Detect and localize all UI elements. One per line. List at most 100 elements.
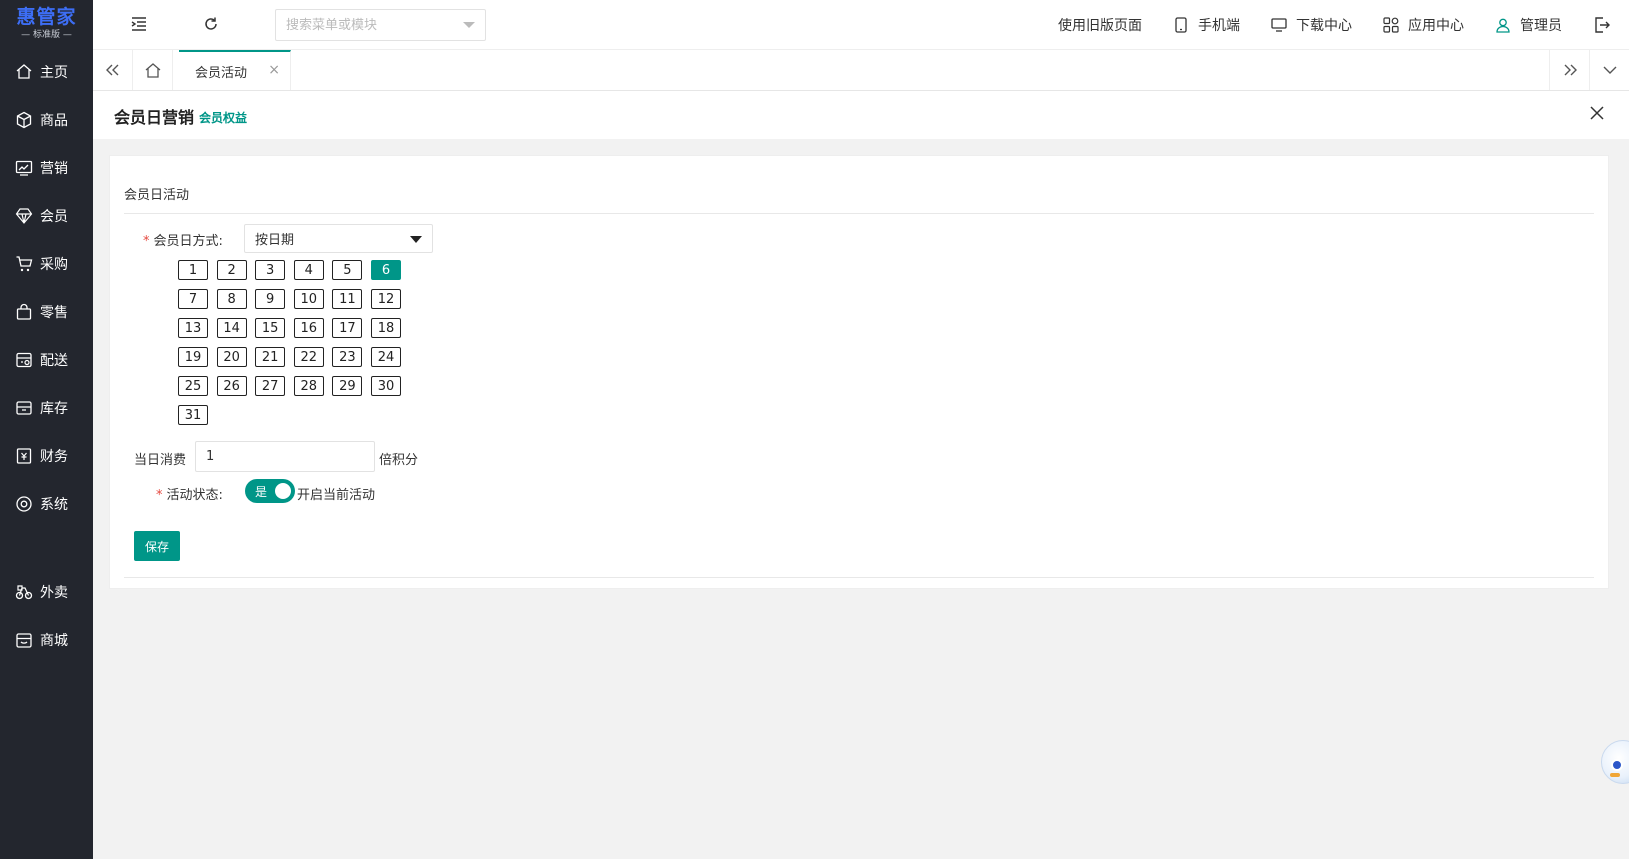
user-menu[interactable]: 管理员 xyxy=(1495,15,1562,35)
day-option-7[interactable]: 7 xyxy=(178,289,208,309)
points-multiplier-input[interactable] xyxy=(196,442,374,471)
download-center-label: 下载中心 xyxy=(1296,18,1352,34)
day-option-16[interactable]: 16 xyxy=(293,318,324,338)
sidebar-item-diamond[interactable]: 会员 xyxy=(0,192,93,240)
sidebar-item-label: 主页 xyxy=(40,65,68,81)
monitor-icon xyxy=(1271,17,1287,33)
mode-select-value: 按日期 xyxy=(255,233,295,248)
tab-member-activity[interactable]: 会员活动 × xyxy=(179,50,291,90)
bag-icon xyxy=(15,303,33,321)
menu-search[interactable] xyxy=(275,9,486,41)
sidebar-item-cart[interactable]: 采购 xyxy=(0,240,93,288)
day-option-23[interactable]: 23 xyxy=(332,347,363,367)
day-option-26[interactable]: 26 xyxy=(216,376,247,396)
tabs-scroll-left-icon[interactable] xyxy=(93,50,133,90)
day-option-11[interactable]: 11 xyxy=(332,289,363,309)
day-option-20[interactable]: 20 xyxy=(216,347,247,367)
sidebar-item-cube[interactable]: 商品 xyxy=(0,96,93,144)
status-description: 开启当前活动 xyxy=(297,488,376,503)
day-option-17[interactable]: 17 xyxy=(332,318,363,338)
day-option-19[interactable]: 19 xyxy=(178,347,208,367)
home-tab-icon[interactable] xyxy=(133,50,173,90)
home-icon xyxy=(15,63,33,81)
toggle-text: 是 xyxy=(255,485,268,499)
tabs-menu-chevron-icon[interactable] xyxy=(1589,50,1629,90)
day-option-1[interactable]: 1 xyxy=(178,260,208,280)
sidebar-item-label: 会员 xyxy=(40,209,68,225)
cart-icon xyxy=(15,255,33,273)
app-logo[interactable]: 惠管家 — 标准版 — xyxy=(0,0,93,48)
day-option-2[interactable]: 2 xyxy=(216,260,247,280)
tab-close-icon[interactable]: × xyxy=(268,62,280,78)
mobile-link[interactable]: 手机端 xyxy=(1173,15,1240,35)
cube-icon xyxy=(15,111,33,129)
sidebar-item-store[interactable]: 商城 xyxy=(0,616,93,664)
required-mark: * xyxy=(143,234,150,249)
sidebar-item-bag[interactable]: 零售 xyxy=(0,288,93,336)
old-page-label: 使用旧版页面 xyxy=(1058,18,1142,34)
sidebar: 惠管家 — 标准版 — 主页商品营销会员采购零售配送库存财务系统 外卖商城 xyxy=(0,0,93,859)
bike-icon xyxy=(15,583,33,601)
sidebar-item-bike[interactable]: 外卖 xyxy=(0,568,93,616)
mobile-label: 手机端 xyxy=(1198,18,1240,34)
sidebar-item-inbox[interactable]: 库存 xyxy=(0,384,93,432)
sidebar-item-label: 零售 xyxy=(40,305,68,321)
day-option-14[interactable]: 14 xyxy=(216,318,247,338)
refresh-icon[interactable] xyxy=(202,15,220,33)
activity-status-toggle[interactable]: 是 xyxy=(245,479,295,503)
sidebar-item-label: 营销 xyxy=(40,161,68,177)
store-icon xyxy=(15,631,33,649)
day-option-25[interactable]: 25 xyxy=(178,376,208,396)
status-label-text: 活动状态: xyxy=(166,488,223,503)
sidebar-item-delivery[interactable]: 配送 xyxy=(0,336,93,384)
day-option-15[interactable]: 15 xyxy=(255,318,286,338)
sidebar-item-label: 配送 xyxy=(40,353,68,369)
sidebar-item-chart[interactable]: 营销 xyxy=(0,144,93,192)
sidebar-item-finance[interactable]: 财务 xyxy=(0,432,93,480)
sidebar-item-home[interactable]: 主页 xyxy=(0,48,93,96)
sidebar-item-label: 商城 xyxy=(40,633,68,649)
menu-search-input[interactable] xyxy=(276,10,456,40)
status-label: * 活动状态: xyxy=(156,484,223,503)
day-option-29[interactable]: 29 xyxy=(332,376,363,396)
apps-grid-icon xyxy=(1383,17,1399,33)
day-option-24[interactable]: 24 xyxy=(371,347,401,367)
save-button[interactable]: 保存 xyxy=(134,531,180,561)
day-option-10[interactable]: 10 xyxy=(293,289,324,309)
day-option-31[interactable]: 31 xyxy=(178,405,208,425)
mode-label-text: 会员日方式: xyxy=(153,234,223,249)
chevron-down-icon[interactable] xyxy=(463,22,475,28)
download-center-link[interactable]: 下载中心 xyxy=(1271,15,1352,35)
collapse-menu-icon[interactable] xyxy=(130,15,148,33)
day-option-21[interactable]: 21 xyxy=(255,347,286,367)
logout-icon[interactable] xyxy=(1593,16,1611,34)
sidebar-item-label: 财务 xyxy=(40,449,68,465)
user-icon xyxy=(1495,17,1511,33)
sidebar-item-settings[interactable]: 系统 xyxy=(0,480,93,528)
old-page-link[interactable]: 使用旧版页面 xyxy=(1058,15,1142,35)
dropdown-arrow-icon xyxy=(410,236,422,243)
day-option-6[interactable]: 6 xyxy=(371,260,401,280)
day-option-12[interactable]: 12 xyxy=(371,289,401,309)
day-option-8[interactable]: 8 xyxy=(216,289,247,309)
phone-icon xyxy=(1173,17,1189,33)
day-option-13[interactable]: 13 xyxy=(178,318,208,338)
day-option-28[interactable]: 28 xyxy=(293,376,324,396)
logo-edition: — 标准版 — xyxy=(21,30,72,40)
tabs-scroll-right-icon[interactable] xyxy=(1549,50,1589,90)
close-icon[interactable] xyxy=(1587,103,1607,123)
section-title: 会员日活动 xyxy=(124,188,190,203)
member-day-mode-select[interactable]: 按日期 xyxy=(244,224,433,253)
points-multiplier-field[interactable] xyxy=(195,441,375,472)
day-option-5[interactable]: 5 xyxy=(332,260,363,280)
assistant-float-icon[interactable] xyxy=(1601,740,1629,784)
day-option-9[interactable]: 9 xyxy=(255,289,286,309)
day-option-3[interactable]: 3 xyxy=(255,260,286,280)
app-center-link[interactable]: 应用中心 xyxy=(1383,15,1464,35)
day-option-18[interactable]: 18 xyxy=(371,318,401,338)
day-option-4[interactable]: 4 xyxy=(293,260,324,280)
day-option-30[interactable]: 30 xyxy=(371,376,401,396)
day-option-22[interactable]: 22 xyxy=(293,347,324,367)
page-title: 会员日营销 xyxy=(114,108,195,127)
day-option-27[interactable]: 27 xyxy=(255,376,286,396)
